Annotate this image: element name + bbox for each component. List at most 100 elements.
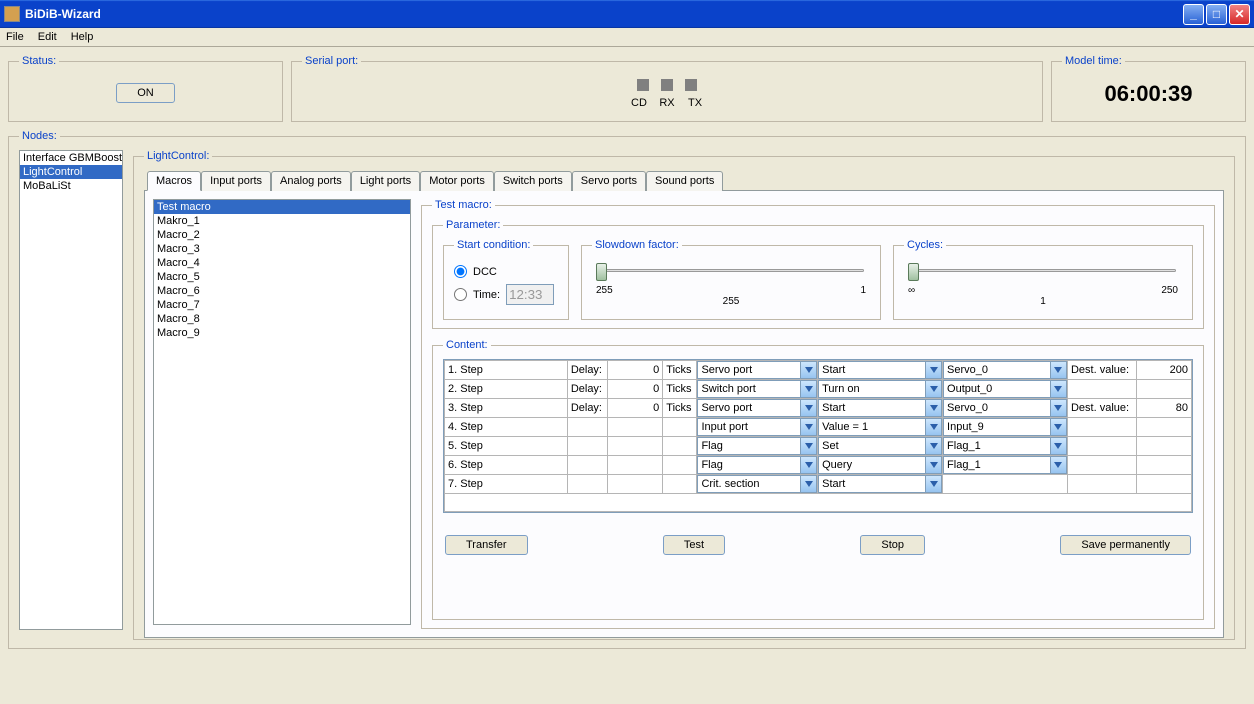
combo[interactable]: Output_0 [943,380,1067,398]
radio-dcc[interactable] [454,265,467,278]
combo[interactable]: Start [818,475,942,493]
tab[interactable]: Macros [147,171,201,191]
combo[interactable]: Flag_1 [943,437,1067,455]
chevron-down-icon [925,419,941,435]
step-label: 4. Step [445,418,568,437]
ticks-label: Ticks [663,399,697,418]
macro-item[interactable]: Macro_6 [154,284,410,298]
delay-label: Delay: [567,361,607,380]
combo[interactable]: Value = 1 [818,418,942,436]
dest-input[interactable] [1136,437,1191,456]
combo[interactable]: Servo port [697,361,817,379]
node-item[interactable]: MoBaLiSt [20,179,122,193]
combo[interactable]: Start [818,361,942,379]
tab[interactable]: Light ports [351,171,420,191]
node-item[interactable]: Interface GBMBoost [20,151,122,165]
chevron-down-icon [925,457,941,473]
step-row: 5. Step FlagSetFlag_1 [445,437,1192,456]
macro-item[interactable]: Macro_7 [154,298,410,312]
step-row: 3. StepDelay:TicksServo portStartServo_0… [445,399,1192,418]
menu-help[interactable]: Help [71,31,94,43]
delay-input[interactable] [608,456,663,475]
dest-input[interactable] [1136,475,1191,494]
tabs: MacrosInput portsAnalog portsLight ports… [144,171,1224,191]
combo[interactable]: Input port [697,418,817,436]
close-button[interactable]: ✕ [1229,4,1250,25]
delay-input[interactable] [608,437,663,456]
step-row: 1. StepDelay:TicksServo portStartServo_0… [445,361,1192,380]
macro-item[interactable]: Makro_1 [154,214,410,228]
tab[interactable]: Switch ports [494,171,572,191]
combo[interactable]: Query [818,456,942,474]
macro-item[interactable]: Test macro [154,200,410,214]
dest-input[interactable] [1136,456,1191,475]
macro-item[interactable]: Macro_4 [154,256,410,270]
tab[interactable]: Sound ports [646,171,723,191]
parameter-legend: Parameter: [443,219,503,231]
tab[interactable]: Servo ports [572,171,646,191]
slowdown-fieldset: Slowdown factor: [581,239,881,320]
dest-input[interactable] [1136,399,1191,418]
cycles-slider[interactable] [906,263,1180,285]
macro-item[interactable]: Macro_5 [154,270,410,284]
slowdown-legend: Slowdown factor: [592,239,682,251]
delay-input[interactable] [608,380,663,399]
combo[interactable]: Set [818,437,942,455]
node-list[interactable]: Interface GBMBoostLightControlMoBaLiSt [19,150,123,630]
modeltime-fieldset: Model time: 06:00:39 [1051,55,1246,122]
delay-label [567,456,607,475]
macro-item[interactable]: Macro_2 [154,228,410,242]
menu-edit[interactable]: Edit [38,31,57,43]
dest-input[interactable] [1136,418,1191,437]
tab[interactable]: Analog ports [271,171,351,191]
combo[interactable]: Flag_1 [943,456,1067,474]
menu-file[interactable]: File [6,31,24,43]
combo[interactable]: Servo_0 [943,399,1067,417]
step-label: 1. Step [445,361,568,380]
node-item[interactable]: LightControl [20,165,122,179]
nodes-legend: Nodes: [19,130,60,142]
combo[interactable]: Switch port [697,380,817,398]
dest-label [1067,437,1136,456]
combo[interactable]: Crit. section [697,475,817,493]
combo[interactable]: Flag [697,456,817,474]
label-tx: TX [687,97,703,109]
save-button[interactable]: Save permanently [1060,535,1191,555]
app-icon [4,6,20,22]
status-fieldset: Status: ON [8,55,283,122]
combo[interactable]: Turn on [818,380,942,398]
cycles-bottom: 1 [1040,296,1046,307]
macro-list[interactable]: Test macroMakro_1Macro_2Macro_3Macro_4Ma… [153,199,411,625]
radio-time[interactable] [454,288,467,301]
transfer-button[interactable]: Transfer [445,535,528,555]
tab[interactable]: Motor ports [420,171,494,191]
macro-item[interactable]: Macro_8 [154,312,410,326]
lightcontrol-fieldset: LightControl: MacrosInput portsAnalog po… [133,150,1235,640]
combo[interactable]: Servo_0 [943,361,1067,379]
titlebar: BiDiB-Wizard _ □ ✕ [0,0,1254,28]
combo[interactable]: Flag [697,437,817,455]
stop-button[interactable]: Stop [860,535,925,555]
macro-item[interactable]: Macro_3 [154,242,410,256]
slowdown-slider[interactable] [594,263,868,285]
dest-input[interactable] [1136,380,1191,399]
delay-input[interactable] [608,475,663,494]
delay-input[interactable] [608,418,663,437]
tab[interactable]: Input ports [201,171,271,191]
delay-input[interactable] [608,361,663,380]
test-button[interactable]: Test [663,535,725,555]
dest-input[interactable] [1136,361,1191,380]
combo[interactable]: Input_9 [943,418,1067,436]
step-label: 6. Step [445,456,568,475]
combo[interactable]: Servo port [697,399,817,417]
on-button[interactable]: ON [116,83,175,103]
maximize-button[interactable]: □ [1206,4,1227,25]
cycles-max: 250 [1161,285,1178,296]
delay-input[interactable] [608,399,663,418]
step-label: 5. Step [445,437,568,456]
minimize-button[interactable]: _ [1183,4,1204,25]
ticks-label [663,456,697,475]
modeltime-value: 06:00:39 [1062,75,1235,113]
macro-item[interactable]: Macro_9 [154,326,410,340]
combo[interactable]: Start [818,399,942,417]
